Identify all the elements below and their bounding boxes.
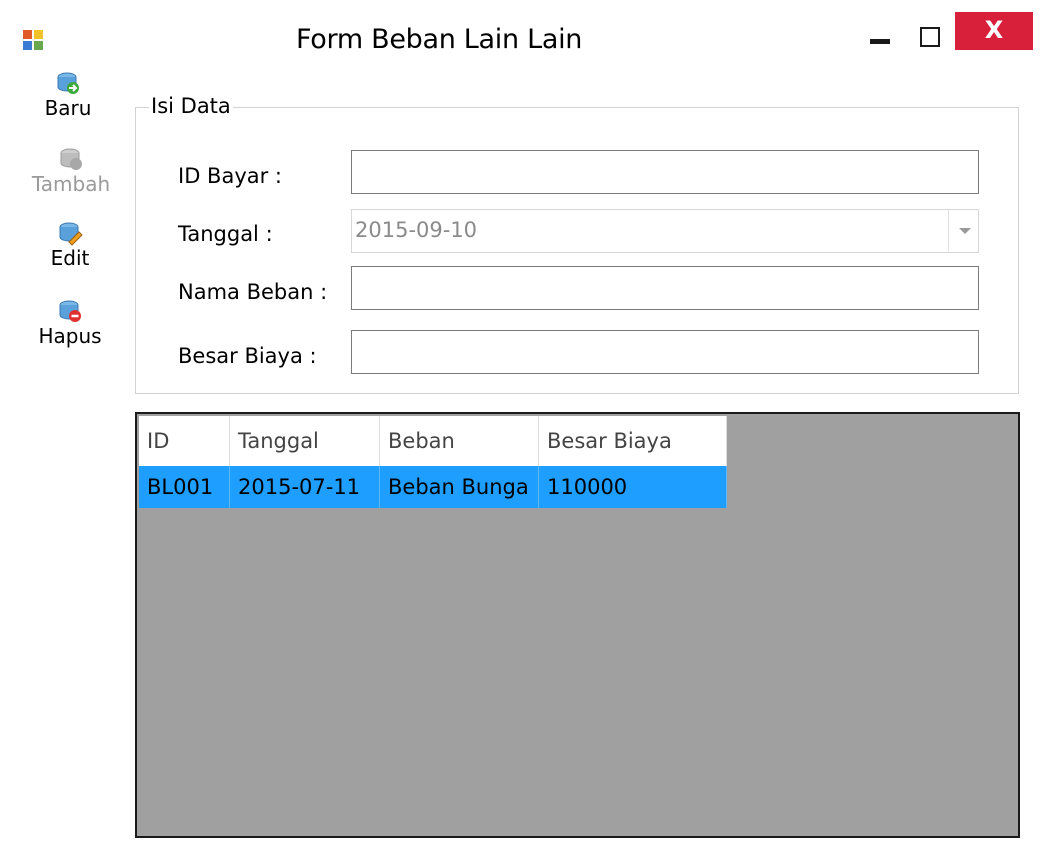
table-cell[interactable]: 2015-07-11 <box>230 466 380 508</box>
nama-beban-label: Nama Beban : <box>178 280 328 304</box>
id-bayar-input[interactable] <box>351 150 979 194</box>
tanggal-value: 2015-09-10 <box>355 218 478 242</box>
tambah-label: Tambah <box>31 172 111 196</box>
edit-label: Edit <box>50 246 90 270</box>
besar-biaya-input[interactable] <box>351 330 979 374</box>
groupbox-title: Isi Data <box>149 94 233 118</box>
hapus-button[interactable]: Hapus <box>36 298 104 348</box>
title-bar[interactable]: Form Beban Lain Lain X <box>0 0 1040 80</box>
table-cell[interactable]: Beban Bunga <box>380 466 539 508</box>
table-cell[interactable]: 110000 <box>539 466 727 508</box>
baru-label: Baru <box>44 96 92 120</box>
add-record-icon <box>57 72 79 94</box>
maximize-button[interactable] <box>915 22 943 50</box>
close-button[interactable]: X <box>955 12 1033 50</box>
tambah-button[interactable]: Tambah <box>28 146 114 196</box>
edit-record-icon <box>59 222 83 246</box>
table-row[interactable]: BL001 2015-07-11 Beban Bunga 110000 <box>139 466 727 508</box>
table-cell[interactable]: BL001 <box>139 466 230 508</box>
column-header-beban[interactable]: Beban <box>380 416 539 466</box>
column-header-besar-biaya[interactable]: Besar Biaya <box>539 416 727 466</box>
besar-biaya-label: Besar Biaya : <box>178 344 317 368</box>
column-header-tanggal[interactable]: Tanggal <box>230 416 380 466</box>
grid-header: ID Tanggal Beban Besar Biaya <box>139 416 727 466</box>
data-grid[interactable]: ID Tanggal Beban Besar Biaya BL001 2015-… <box>135 412 1020 838</box>
id-bayar-label: ID Bayar : <box>178 164 282 188</box>
save-record-icon <box>60 148 82 170</box>
tanggal-label: Tanggal : <box>178 222 273 246</box>
app-icon <box>23 30 43 50</box>
edit-button[interactable]: Edit <box>40 220 100 270</box>
hapus-label: Hapus <box>38 324 102 348</box>
minimize-button[interactable] <box>866 26 896 54</box>
delete-record-icon <box>59 300 81 322</box>
column-header-id[interactable]: ID <box>139 416 230 466</box>
baru-button[interactable]: Baru <box>38 70 98 120</box>
chevron-down-icon[interactable] <box>948 210 978 252</box>
form-window: Form Beban Lain Lain X Baru Tambah Edit <box>0 0 1040 864</box>
tanggal-datepicker[interactable]: 2015-09-10 <box>351 209 979 253</box>
nama-beban-input[interactable] <box>351 266 979 310</box>
window-title: Form Beban Lain Lain <box>296 24 583 55</box>
